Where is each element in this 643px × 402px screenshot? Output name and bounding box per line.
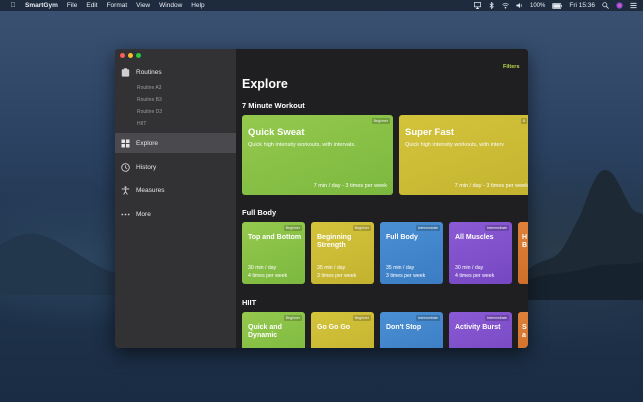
menu-view[interactable]: View (136, 2, 150, 9)
workout-card-top-and-bottom[interactable]: Beginner Top and Bottom 30 min / day 4 t… (242, 222, 305, 284)
page-title: Explore (242, 77, 288, 91)
section-title-hiit: HIIT (242, 298, 257, 307)
card-schedule: 7 min / day - 3 times per week (313, 183, 387, 189)
sidebar-item-label: Routines (136, 68, 162, 76)
app-window: Routines Routine A3 Routine B3 Routine D… (115, 49, 528, 348)
section-title-7-minute-workout: 7 Minute Workout (242, 101, 305, 110)
card-title: Activity Burst (455, 324, 501, 331)
workout-card-dont-stop[interactable]: Intermediate Don't Stop (380, 312, 443, 348)
clipboard-icon (121, 67, 130, 77)
filters-button[interactable]: Filters (503, 64, 520, 70)
workout-card-partial-hiit[interactable]: S a (518, 312, 528, 348)
sidebar-subitem-routine-a3[interactable]: Routine A3 (137, 85, 161, 91)
airplay-icon[interactable] (474, 2, 481, 9)
level-badge: Intermediate (416, 315, 440, 321)
apple-menu-icon[interactable]:  (9, 2, 17, 9)
grid-icon (121, 139, 130, 147)
level-badge: Intermediate (485, 225, 509, 231)
window-controls (120, 53, 141, 58)
level-badge: Beginner (371, 118, 390, 124)
menu-app-name[interactable]: SmartGym (25, 2, 58, 9)
card-frequency: 3 times per week (317, 273, 357, 279)
zoom-window-button[interactable] (136, 53, 141, 58)
level-badge: B (521, 118, 528, 124)
menu-format[interactable]: Format (107, 2, 128, 9)
battery-icon[interactable] (552, 2, 563, 9)
workout-card-beginning-strength[interactable]: Beginner Beginning Strength 35 min / day… (311, 222, 374, 284)
workout-card-full-body[interactable]: Intermediate Full Body 35 min / day 3 ti… (380, 222, 443, 284)
level-badge: Beginner (283, 315, 302, 321)
spotlight-search-icon[interactable] (602, 2, 609, 9)
section-title-full-body: Full Body (242, 208, 277, 217)
sidebar-subitem-routine-b3[interactable]: Routine B3 (137, 97, 162, 103)
card-title: Go Go Go (317, 324, 351, 331)
sidebar: Routines Routine A3 Routine B3 Routine D… (115, 49, 236, 348)
sidebar-item-more[interactable]: More (115, 204, 236, 224)
sidebar-item-routines[interactable]: Routines (115, 62, 236, 82)
card-title: Quick Sweat (248, 127, 305, 138)
card-title: Full Body (386, 234, 418, 241)
level-badge: Beginner (283, 225, 302, 231)
sidebar-subitem-routine-d3[interactable]: Routine D3 (137, 109, 162, 115)
card-schedule: 7 min / day - 3 times per week (454, 183, 528, 189)
level-badge: Intermediate (416, 225, 440, 231)
card-duration: 30 min / day (455, 265, 484, 271)
bluetooth-icon[interactable] (488, 2, 495, 9)
sidebar-item-label: More (136, 210, 151, 218)
sidebar-item-history[interactable]: History (115, 157, 236, 177)
card-duration: 35 min / day (317, 265, 346, 271)
level-badge: Beginner (352, 225, 371, 231)
card-duration: 35 min / day (386, 265, 415, 271)
level-badge: Beginner (352, 315, 371, 321)
clock-icon (121, 162, 130, 172)
sidebar-item-label: Measures (136, 186, 165, 194)
workout-card-quick-sweat[interactable]: Beginner Quick Sweat Quick high intensit… (242, 115, 393, 195)
card-duration: 30 min / day (248, 265, 277, 271)
coast-silhouette-icon (0, 233, 115, 295)
menu-bar:  SmartGym File Edit Format View Window … (0, 0, 643, 11)
sidebar-item-label: History (136, 163, 157, 171)
menu-file[interactable]: File (67, 2, 77, 9)
sidebar-item-label: Explore (136, 139, 159, 147)
sidebar-item-explore[interactable]: Explore (115, 133, 236, 153)
explore-content: Filters Explore 7 Minute Workout Beginne… (236, 49, 528, 348)
workout-card-super-fast[interactable]: B Super Fast Quick high intensity workou… (399, 115, 528, 195)
battery-percent: 100% (529, 2, 546, 9)
level-badge: Intermediate (485, 315, 509, 321)
island-silhouette-icon (528, 169, 643, 300)
card-title: Don't Stop (386, 324, 422, 331)
card-frequency: 3 times per week (386, 273, 426, 279)
card-description: Quick high intensity workouts, with inte… (405, 142, 505, 148)
ellipsis-icon (121, 213, 130, 215)
workout-card-all-muscles[interactable]: Intermediate All Muscles 30 min / day 4 … (449, 222, 512, 284)
card-frequency: 4 times per week (248, 273, 288, 279)
card-title: All Muscles (455, 234, 494, 241)
workout-card-go-go-go[interactable]: Beginner Go Go Go (311, 312, 374, 348)
menu-window[interactable]: Window (159, 2, 182, 9)
card-title: Quick and Dynamic (248, 324, 282, 339)
card-title: S a (522, 324, 527, 339)
status-area: 100% Fri 15:36 (474, 0, 637, 11)
body-figure-icon (121, 185, 130, 195)
workout-card-partial[interactable]: H B (518, 222, 528, 284)
card-title: H B (522, 234, 528, 249)
menu-edit[interactable]: Edit (86, 2, 97, 9)
sidebar-item-measures[interactable]: Measures (115, 180, 236, 200)
wifi-icon[interactable] (502, 2, 509, 9)
sidebar-subitem-hiit[interactable]: HIIT (137, 121, 146, 127)
card-frequency: 4 times per week (455, 273, 495, 279)
siri-icon[interactable] (616, 2, 623, 9)
card-title: Beginning Strength (317, 234, 352, 249)
menu-help[interactable]: Help (191, 2, 204, 9)
minimize-window-button[interactable] (128, 53, 133, 58)
workout-card-activity-burst[interactable]: Intermediate Activity Burst (449, 312, 512, 348)
card-title: Super Fast (405, 127, 455, 138)
clock[interactable]: Fri 15:36 (569, 2, 595, 9)
card-title: Top and Bottom (248, 234, 302, 241)
volume-icon[interactable] (516, 2, 523, 9)
close-window-button[interactable] (120, 53, 125, 58)
workout-card-quick-and-dynamic[interactable]: Beginner Quick and Dynamic (242, 312, 305, 348)
card-description: Quick high intensity workouts, with inte… (248, 142, 356, 148)
notification-center-icon[interactable] (630, 2, 637, 9)
